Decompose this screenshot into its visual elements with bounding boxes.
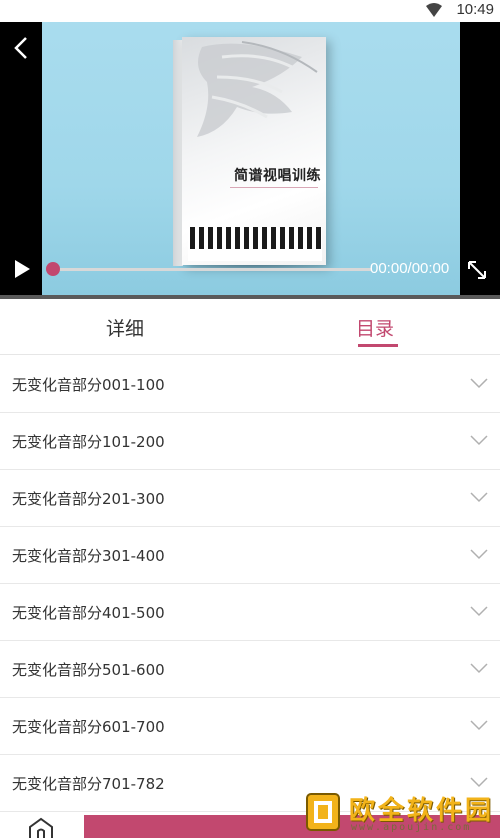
chevron-left-icon[interactable]	[12, 36, 32, 60]
video-frame: 简谱视唱训练	[42, 22, 460, 295]
chevron-down-icon[interactable]	[470, 378, 488, 389]
list-item[interactable]: 无变化音部分001-100	[0, 356, 500, 413]
book-cover: 简谱视唱训练	[182, 37, 326, 265]
book-accent-line	[230, 187, 318, 188]
list-item-label: 无变化音部分101-200	[12, 432, 165, 451]
list-item-label: 无变化音部分601-700	[12, 717, 165, 736]
status-bar: 10:49	[0, 0, 500, 22]
list-item[interactable]: 无变化音部分501-600	[0, 641, 500, 698]
time-readout: 00:00/00:00	[370, 260, 450, 277]
list-item[interactable]: 无变化音部分601-700	[0, 698, 500, 755]
list-item[interactable]: 无变化音部分101-200	[0, 413, 500, 470]
chevron-down-icon[interactable]	[470, 435, 488, 446]
chevron-down-icon[interactable]	[470, 777, 488, 788]
progress-track[interactable]	[52, 268, 372, 271]
tab-bar: 详细 目录	[0, 299, 500, 355]
chevron-down-icon[interactable]	[470, 663, 488, 674]
tab-detail[interactable]: 详细	[0, 299, 250, 355]
list-item-label: 无变化音部分201-300	[12, 489, 165, 508]
list-item-label: 无变化音部分001-100	[12, 375, 165, 394]
list-item-label: 无变化音部分301-400	[12, 546, 165, 565]
chevron-down-icon[interactable]	[470, 492, 488, 503]
book-title: 简谱视唱训练	[234, 168, 321, 184]
home-icon[interactable]	[26, 817, 56, 838]
watermark: 欧全软件园 www.apoujin.com	[305, 788, 500, 838]
chevron-down-icon[interactable]	[470, 720, 488, 731]
list-item[interactable]: 无变化音部分201-300	[0, 470, 500, 527]
wifi-icon	[426, 3, 442, 17]
chevron-down-icon[interactable]	[470, 606, 488, 617]
list-item[interactable]: 无变化音部分301-400	[0, 527, 500, 584]
video-player[interactable]: 简谱视唱训练 00:00/00:00	[0, 22, 500, 295]
watermark-url: www.apoujin.com	[351, 822, 472, 833]
wing-graphic	[197, 41, 318, 137]
piano-keys-graphic	[188, 227, 322, 261]
list-item-label: 无变化音部分701-782	[12, 774, 165, 793]
list-item-label: 无变化音部分501-600	[12, 660, 165, 679]
watermark-logo-icon	[306, 793, 340, 831]
status-time: 10:49	[456, 1, 494, 18]
progress-thumb[interactable]	[46, 262, 60, 276]
fullscreen-icon[interactable]	[466, 259, 488, 281]
catalog-list: 无变化音部分001-100 无变化音部分101-200 无变化音部分201-30…	[0, 356, 500, 812]
play-icon[interactable]	[12, 259, 32, 279]
active-tab-indicator	[358, 344, 398, 347]
chevron-down-icon[interactable]	[470, 549, 488, 560]
list-item[interactable]: 无变化音部分401-500	[0, 584, 500, 641]
list-item-label: 无变化音部分401-500	[12, 603, 165, 622]
